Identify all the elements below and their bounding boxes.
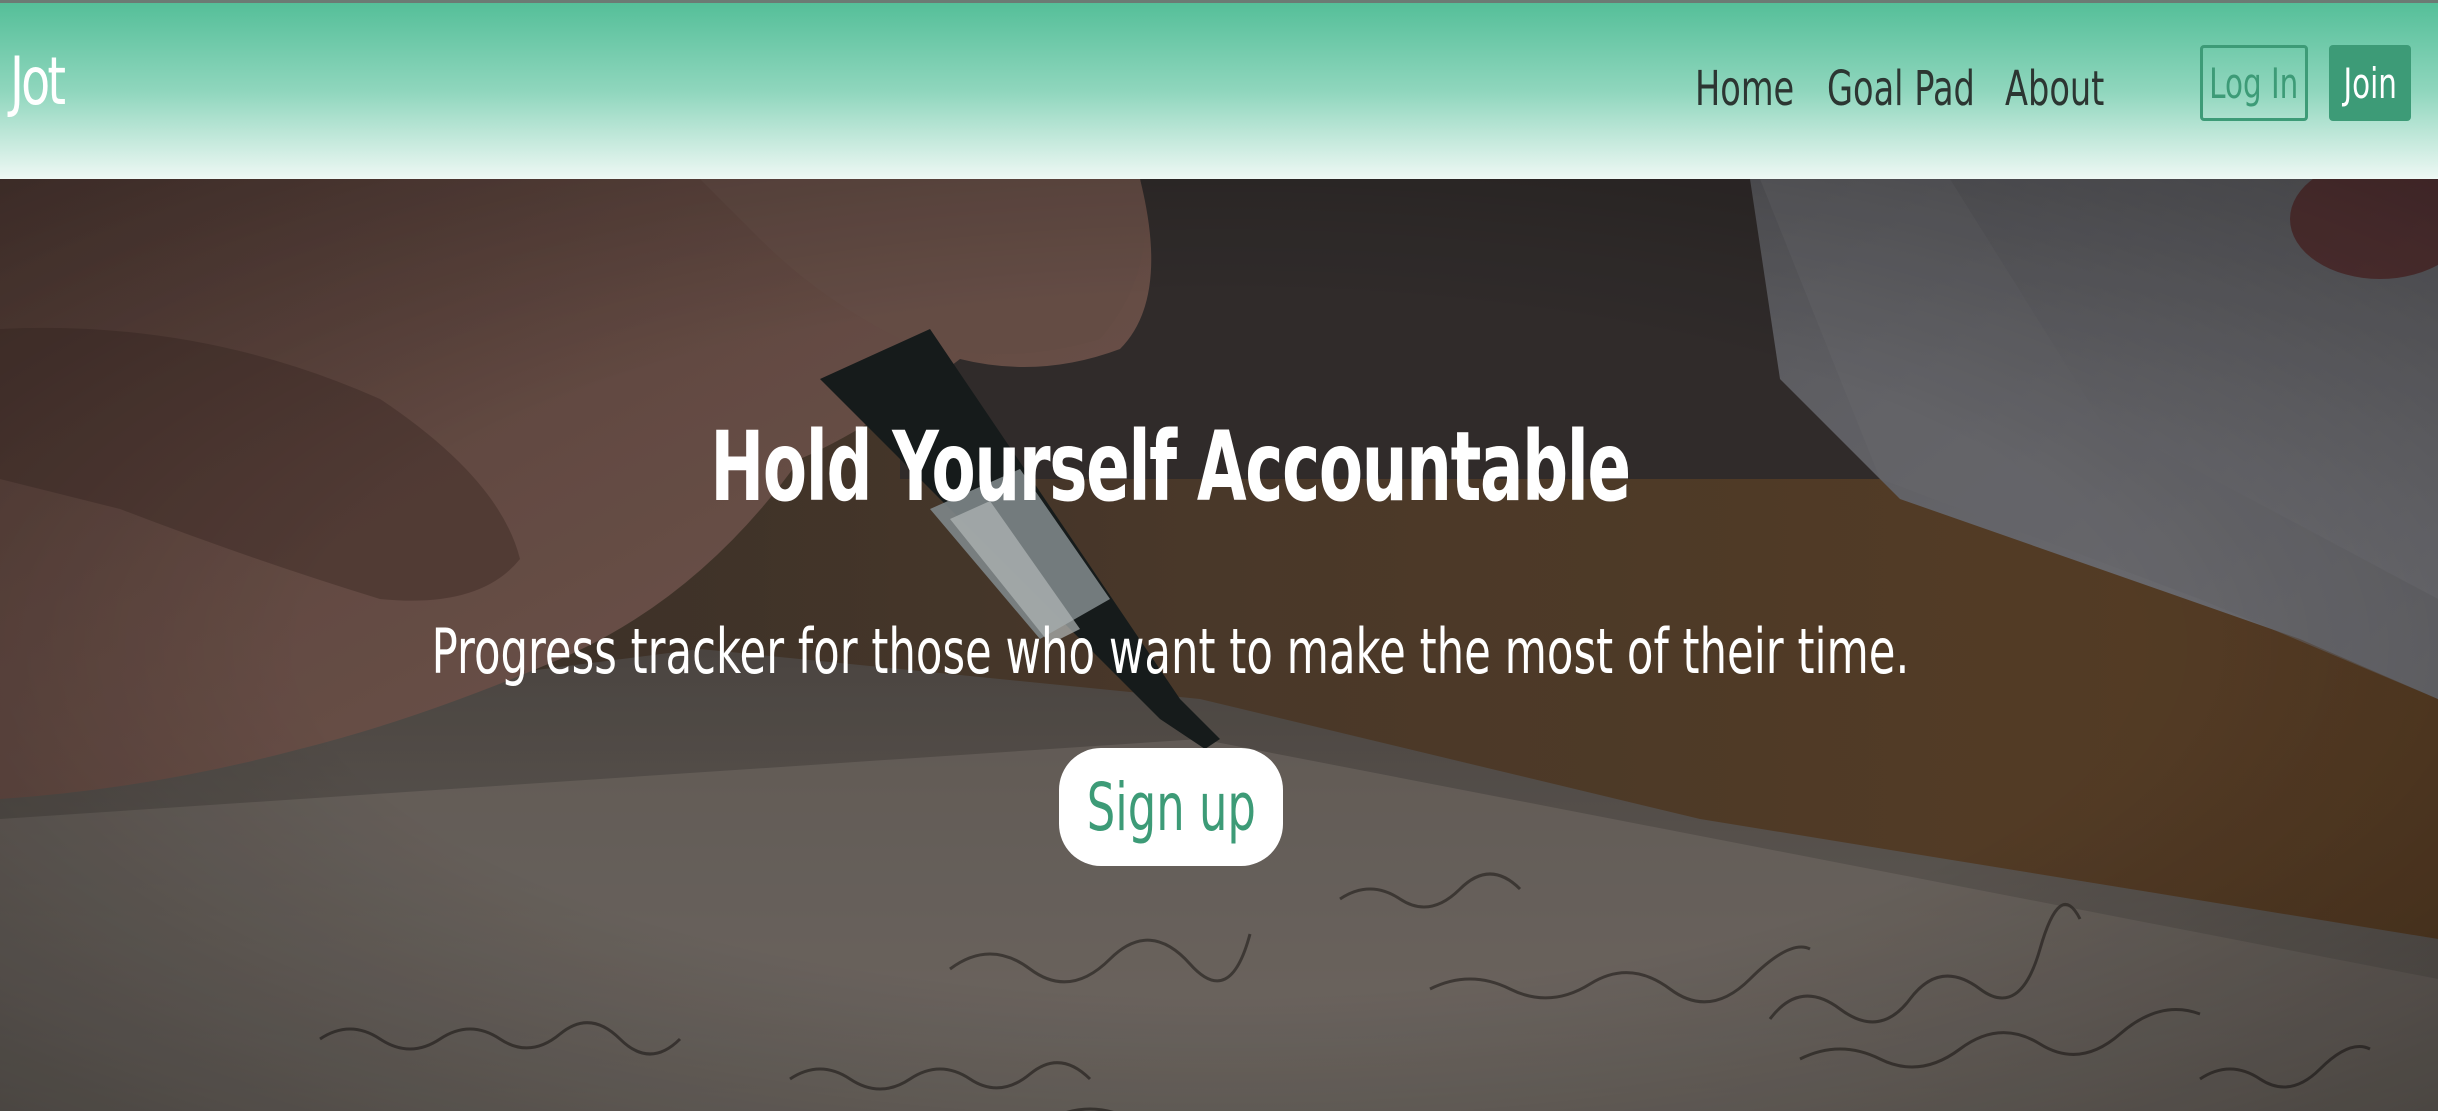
join-button-label: Join bbox=[2343, 58, 2397, 108]
login-button[interactable]: Log In bbox=[2200, 45, 2308, 121]
brand-logo[interactable]: Jot bbox=[10, 43, 66, 120]
login-button-label: Log In bbox=[2209, 58, 2299, 108]
nav-link-goal-pad[interactable]: Goal Pad bbox=[1827, 61, 1975, 117]
hero-subtitle-text: Progress tracker for those who want to m… bbox=[431, 615, 1909, 688]
signup-button-label: Sign up bbox=[1086, 768, 1256, 846]
hero-title-text: Hold Yourself Accountable bbox=[710, 411, 1631, 524]
nav-link-home[interactable]: Home bbox=[1695, 61, 1794, 117]
signup-button[interactable]: Sign up bbox=[1059, 748, 1283, 866]
top-navbar: Jot Home Goal Pad About Log In Join bbox=[0, 0, 2438, 179]
nav-link-about[interactable]: About bbox=[2005, 61, 2104, 117]
hero-subtitle: Progress tracker for those who want to m… bbox=[0, 615, 2340, 688]
hero-title: Hold Yourself Accountable bbox=[0, 411, 2340, 523]
hero-section: Hold Yourself Accountable Progress track… bbox=[0, 179, 2438, 1111]
join-button[interactable]: Join bbox=[2329, 45, 2411, 121]
